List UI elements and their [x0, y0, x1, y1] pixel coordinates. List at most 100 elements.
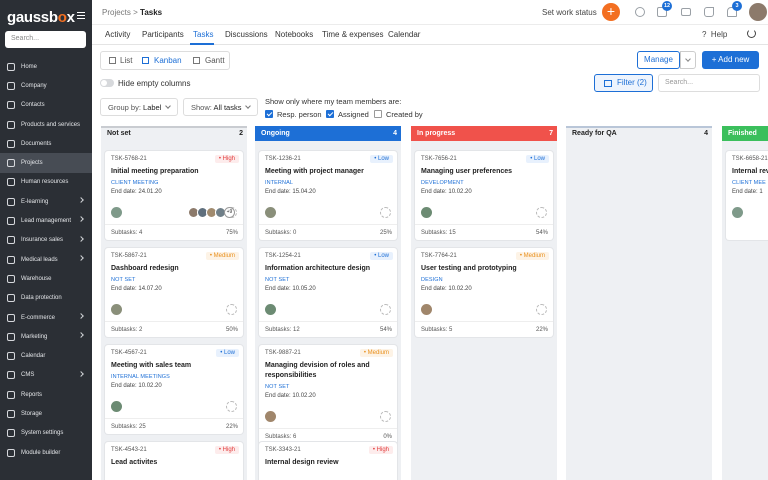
task-card[interactable]: TSK-1236-21 • Low Meeting with project man…: [259, 151, 397, 240]
task-title[interactable]: Internal design review: [265, 458, 393, 468]
group-by-select[interactable]: Group by: Label: [100, 98, 178, 116]
mail-icon[interactable]: [681, 8, 691, 16]
add-assignee-icon[interactable]: [536, 304, 547, 315]
add-assignee-icon[interactable]: [226, 401, 237, 412]
sidebar-item-storage[interactable]: Storage: [0, 404, 92, 423]
sidebar-item-projects[interactable]: Projects: [0, 153, 92, 173]
tab-time-expenses[interactable]: Time & expenses: [322, 30, 384, 39]
task-title[interactable]: User testing and prototyping: [421, 264, 549, 274]
set-work-status-button[interactable]: Set work status: [542, 8, 597, 17]
task-title[interactable]: Dashboard redesign: [111, 264, 239, 274]
tab-discussions[interactable]: Discussions: [225, 30, 268, 39]
tab-activity[interactable]: Activity: [105, 30, 130, 39]
tab-tasks[interactable]: Tasks: [193, 30, 213, 39]
tab-calendar[interactable]: Calendar: [388, 30, 420, 39]
chevron-right-icon[interactable]: [78, 216, 84, 223]
add-assignee-icon[interactable]: [226, 304, 237, 315]
task-title[interactable]: Meeting with sales team: [111, 361, 239, 371]
assignee-avatar[interactable]: [732, 207, 743, 218]
task-search-input[interactable]: Search...: [658, 74, 760, 92]
sidebar-item-medical-leads[interactable]: Medical leads: [0, 250, 92, 269]
add-assignee-icon[interactable]: [380, 304, 391, 315]
sidebar-item-marketing[interactable]: Marketing: [0, 327, 92, 346]
hide-empty-toggle[interactable]: [100, 79, 114, 87]
sidebar-item-e-learning[interactable]: E-learning: [0, 192, 92, 211]
sidebar-item-company[interactable]: Company: [0, 76, 92, 95]
view-gantt[interactable]: Gantt: [205, 56, 225, 65]
sidebar-item-home[interactable]: Home: [0, 57, 92, 76]
sidebar-item-calendar[interactable]: Calendar: [0, 346, 92, 365]
assignee-avatar[interactable]: [111, 207, 122, 218]
manage-button[interactable]: Manage: [637, 51, 680, 69]
assignee-avatar[interactable]: [111, 401, 122, 412]
column-header[interactable]: Ready for QA 4: [566, 126, 712, 141]
column-header[interactable]: Ongoing 4: [255, 126, 401, 141]
task-title[interactable]: Meeting with project manager: [265, 167, 393, 177]
sidebar-item-system-settings[interactable]: System settings: [0, 424, 92, 443]
filter-button[interactable]: Filter (2): [594, 74, 653, 92]
sidebar-item-human-resources[interactable]: Human resources: [0, 173, 92, 192]
task-title[interactable]: Lead activites: [111, 458, 239, 468]
add-new-button[interactable]: + Add new: [702, 51, 759, 69]
sidebar-item-insurance-sales[interactable]: Insurance sales: [0, 231, 92, 250]
assignee-avatar[interactable]: [265, 304, 276, 315]
phone-icon[interactable]: [704, 7, 714, 17]
task-title[interactable]: Managing devision of roles and responsib…: [265, 361, 393, 381]
task-card[interactable]: TSK-5867-21 • Medium Dashboard redesign NOT…: [105, 248, 243, 337]
task-title[interactable]: Internal rev: [732, 167, 768, 177]
sidebar-item-documents[interactable]: Documents: [0, 134, 92, 153]
task-card[interactable]: TSK-7656-21 • Low Managing user preference…: [415, 151, 553, 240]
chevron-right-icon[interactable]: [78, 197, 84, 203]
show-select[interactable]: Show: All tasks: [183, 98, 258, 116]
sidebar-item-products-and-services[interactable]: Products and services: [0, 115, 92, 134]
assignee-avatar[interactable]: [265, 207, 276, 218]
tab-notebooks[interactable]: Notebooks: [275, 30, 313, 39]
sidebar-item-e-commerce[interactable]: E-commerce: [0, 308, 92, 327]
chevron-right-icon[interactable]: [78, 255, 84, 261]
task-card[interactable]: TSK-6658-21 Internal rev CLIENT MEE End dat…: [726, 151, 768, 240]
sidebar-search-input[interactable]: Search...: [5, 31, 86, 48]
sidebar-item-data-protection[interactable]: Data protection: [0, 289, 92, 308]
chevron-right-icon[interactable]: [78, 332, 84, 338]
view-list[interactable]: List: [120, 56, 132, 65]
tab-participants[interactable]: Participants: [142, 30, 184, 39]
sidebar-item-contacts[interactable]: Contacts: [0, 96, 92, 115]
add-assignee-icon[interactable]: [536, 207, 547, 218]
task-card[interactable]: TSK-4543-21 • High Lead activites: [105, 442, 243, 480]
sidebar-item-module-builder[interactable]: Module builder: [0, 443, 92, 462]
task-card[interactable]: TSK-7764-21 • Medium User testing and prot…: [415, 248, 553, 337]
view-kanban[interactable]: Kanban: [154, 56, 182, 65]
sidebar-item-reports[interactable]: Reports: [0, 385, 92, 404]
assignee-avatar[interactable]: [421, 207, 432, 218]
menu-toggle-icon[interactable]: [77, 12, 85, 19]
user-avatar[interactable]: [749, 3, 767, 21]
participant-avatars[interactable]: +9: [188, 207, 240, 218]
column-header[interactable]: Finished: [722, 126, 768, 141]
task-title[interactable]: Information architecture design: [265, 264, 393, 274]
column-header[interactable]: In progress 7: [411, 126, 557, 141]
task-title[interactable]: Initial meeting preparation: [111, 167, 239, 177]
sidebar-item-warehouse[interactable]: Warehouse: [0, 269, 92, 288]
breadcrumb-projects[interactable]: Projects: [102, 8, 131, 17]
created-by-checkbox[interactable]: [374, 110, 382, 118]
task-card[interactable]: TSK-9887-21 • Medium Managing devision of …: [259, 345, 397, 449]
assignee-avatar[interactable]: [421, 304, 432, 315]
sidebar-item-cms[interactable]: CMS: [0, 366, 92, 385]
sidebar-item-lead-management[interactable]: Lead management: [0, 211, 92, 230]
refresh-icon[interactable]: [747, 29, 756, 38]
manage-dropdown-button[interactable]: [680, 51, 696, 69]
help-link[interactable]: ? Help: [702, 30, 727, 39]
assignee-avatar[interactable]: [111, 304, 122, 315]
logo[interactable]: gaussbox: [7, 9, 75, 26]
chevron-right-icon[interactable]: [78, 313, 84, 319]
add-assignee-icon[interactable]: [380, 207, 391, 218]
task-title[interactable]: Managing user preferences: [421, 167, 549, 177]
chevron-right-icon[interactable]: [78, 370, 84, 377]
add-assignee-icon[interactable]: [380, 411, 391, 422]
task-card[interactable]: TSK-3343-21 • High Internal design review: [259, 442, 397, 480]
star-icon[interactable]: [635, 7, 645, 17]
resp-person-checkbox[interactable]: [265, 110, 273, 118]
task-card[interactable]: TSK-5768-21 • High Initial meeting prepara…: [105, 151, 243, 240]
task-card[interactable]: TSK-4567-21 • Low Meeting with sales team I…: [105, 345, 243, 434]
assigned-checkbox[interactable]: [326, 110, 334, 118]
